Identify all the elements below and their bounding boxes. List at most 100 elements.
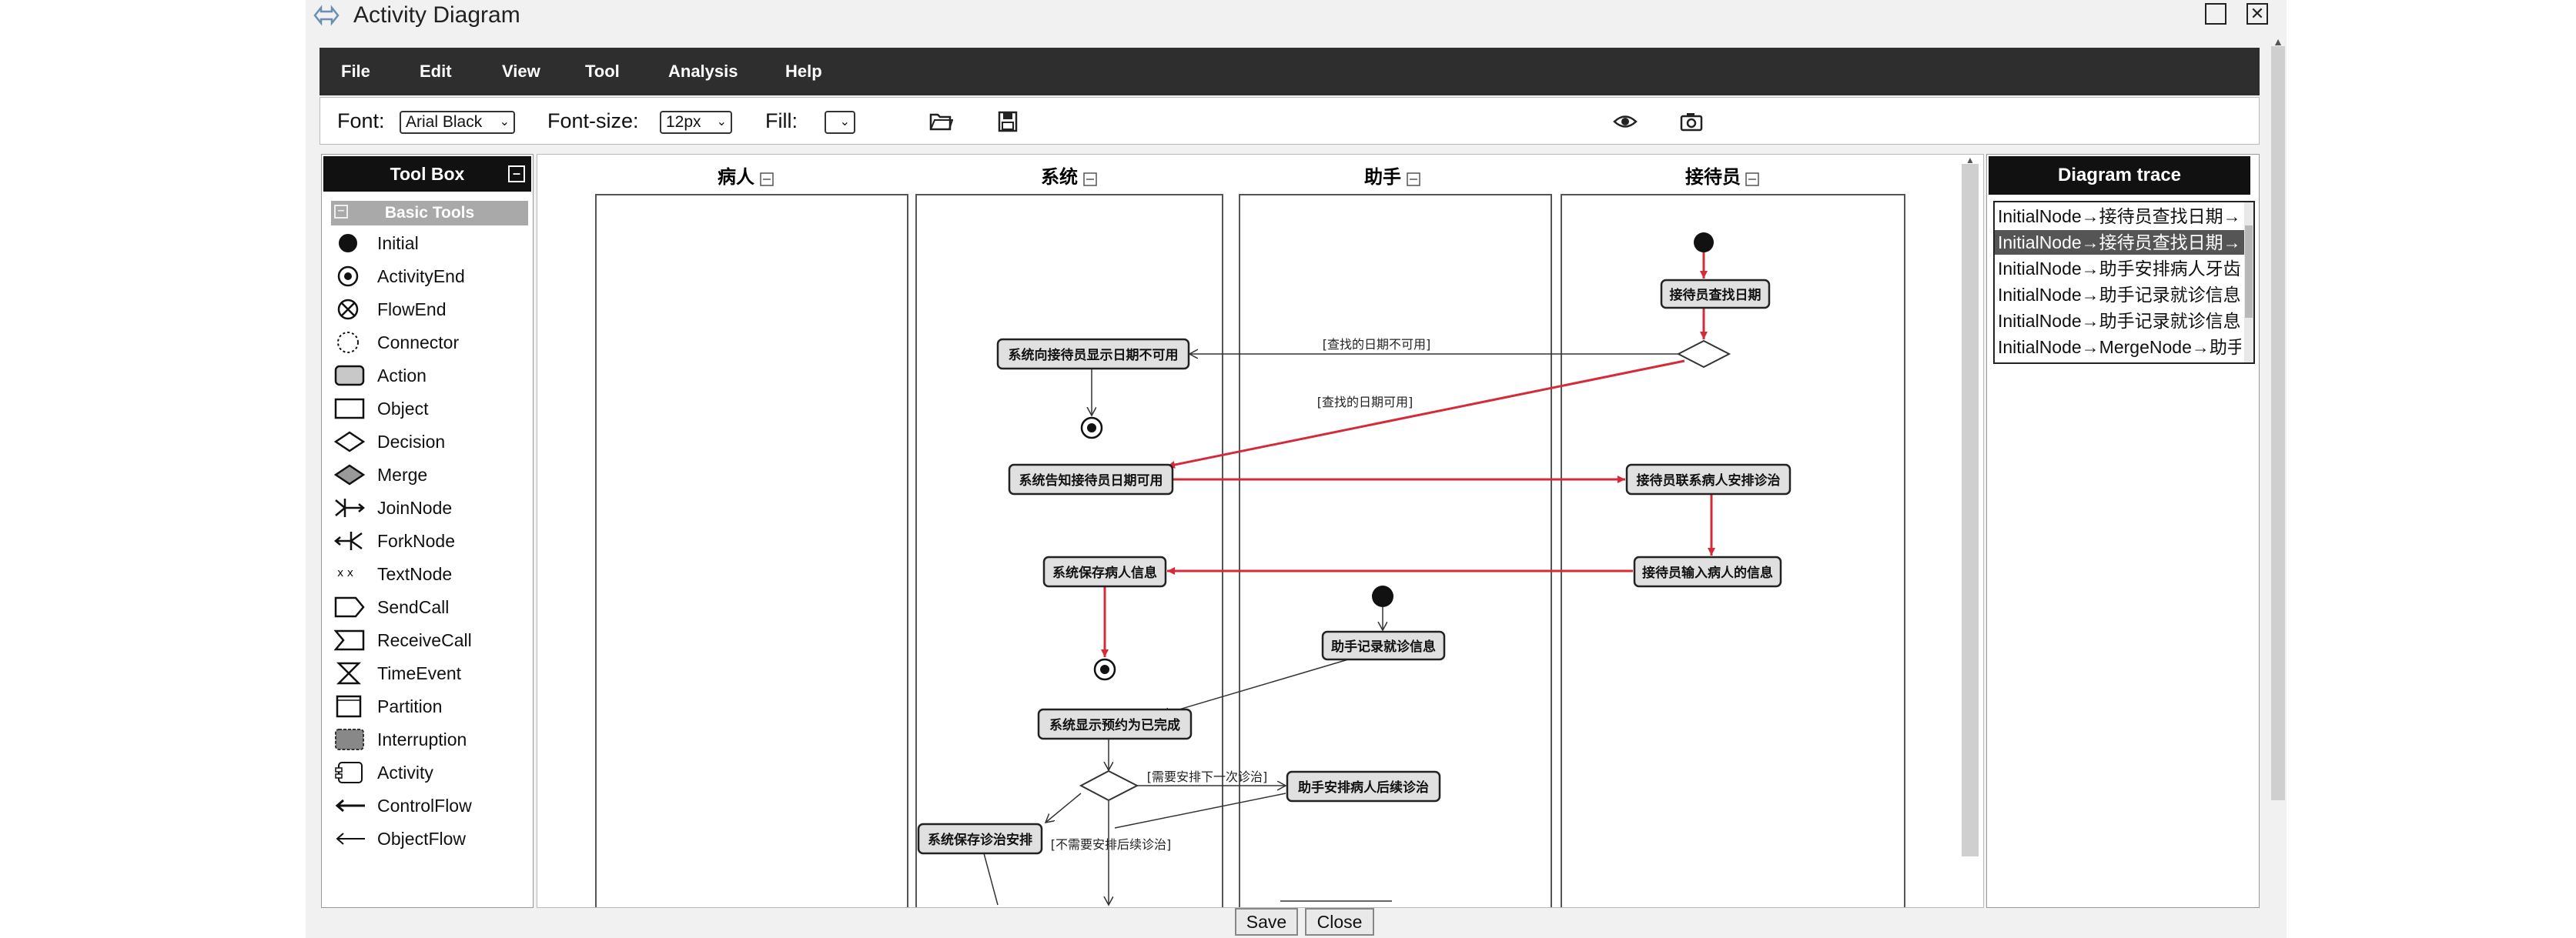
toolbox-header: Tool Box –: [323, 156, 531, 192]
tool-label: Activity: [377, 763, 433, 783]
control-flow-arrow-icon: [335, 799, 365, 813]
tool-forknode[interactable]: ForkNode: [334, 526, 527, 556]
initial-node[interactable]: [1372, 586, 1393, 607]
lane-title-receptionist: 接待员: [1685, 166, 1741, 188]
tool-label: TimeEvent: [377, 663, 462, 683]
menu-analysis[interactable]: Analysis: [668, 48, 738, 95]
trace-title: Diagram trace: [1989, 156, 2250, 195]
camera-icon[interactable]: [1679, 110, 1704, 133]
menu-file[interactable]: File: [341, 48, 370, 95]
join-node-icon: [335, 499, 365, 517]
decision-node[interactable]: [1079, 769, 1139, 802]
tool-textnode[interactable]: x x TextNode: [334, 559, 527, 589]
title-bar: Activity Diagram ✕: [306, 0, 2287, 32]
menu-view[interactable]: View: [502, 48, 540, 95]
tool-timeevent[interactable]: TimeEvent: [334, 658, 527, 689]
menu-help[interactable]: Help: [785, 48, 822, 95]
flow-decision-to-a3[interactable]: [1166, 359, 1685, 469]
tool-interruption[interactable]: Interruption: [334, 724, 527, 755]
font-select[interactable]: Arial Black ⌄: [400, 111, 515, 134]
tool-label: Object: [377, 399, 429, 419]
flow-a7-to-a8[interactable]: [1161, 657, 1354, 715]
tool-flowend[interactable]: FlowEnd: [334, 294, 527, 325]
toolbox-panel: Tool Box – – Basic Tools Initial Activit…: [321, 154, 534, 908]
tool-label: SendCall: [377, 597, 450, 617]
tool-label: Interruption: [377, 729, 467, 749]
save-button[interactable]: Save: [1235, 908, 1298, 936]
action-label: 系统保存诊治安排: [928, 832, 1032, 848]
tool-label: FlowEnd: [377, 299, 447, 319]
trace-item[interactable]: InitialNode→助手记录就诊信息: [1998, 309, 2241, 333]
tool-activity[interactable]: Activity: [334, 757, 527, 788]
fontsize-select[interactable]: 12px ⌄: [660, 111, 732, 134]
tool-decision[interactable]: Decision: [334, 426, 527, 457]
basic-tools-section[interactable]: – Basic Tools: [331, 201, 528, 225]
lane-system: [915, 194, 1223, 907]
flow-a10-down[interactable]: [983, 853, 999, 906]
window-scrollbar[interactable]: ▲: [2271, 35, 2285, 800]
tool-joinnode[interactable]: JoinNode: [334, 492, 527, 523]
trace-item-selected[interactable]: InitialNode→接待员查找日期→: [1995, 230, 2244, 255]
flow-end-icon: [337, 299, 359, 320]
close-button[interactable]: Close: [1305, 908, 1374, 936]
tool-object[interactable]: Object: [334, 393, 527, 424]
fill-select[interactable]: ⌄: [825, 111, 855, 134]
minus-icon: –: [334, 205, 348, 219]
trace-item[interactable]: InitialNode→助手记录就诊信息: [1998, 282, 2241, 307]
guard-label: [不需要安排后续诊治]: [1051, 837, 1172, 852]
flow-decision2-to-a10[interactable]: [1045, 793, 1082, 823]
partition-icon: [336, 695, 362, 718]
collapse-icon[interactable]: –: [508, 165, 525, 182]
lane-patient: [595, 194, 908, 907]
menu-tool[interactable]: Tool: [585, 48, 620, 95]
tool-initial[interactable]: Initial: [334, 228, 527, 259]
decision-node[interactable]: [1676, 339, 1731, 369]
tool-controlflow[interactable]: ControlFlow: [334, 790, 527, 821]
trace-item[interactable]: InitialNode→助手安排病人牙齿: [1998, 256, 2241, 281]
tool-action[interactable]: Action: [334, 360, 527, 391]
trace-scrollbar[interactable]: [2244, 202, 2253, 362]
tool-label: ObjectFlow: [377, 829, 467, 849]
activity-final-node[interactable]: [1080, 416, 1103, 439]
tool-merge[interactable]: Merge: [334, 459, 527, 490]
font-select-value: Arial Black: [406, 113, 483, 131]
maximize-icon[interactable]: [2205, 3, 2226, 25]
scroll-up-icon[interactable]: ▲: [1962, 155, 1979, 165]
tool-label: TextNode: [377, 564, 453, 584]
tool-activityend[interactable]: ActivityEnd: [334, 261, 527, 292]
scroll-up-icon[interactable]: ▲: [2271, 35, 2285, 48]
tool-objectflow[interactable]: ObjectFlow: [334, 823, 527, 854]
save-icon[interactable]: [995, 110, 1020, 133]
action-label: 助手记录就诊信息: [1331, 639, 1436, 655]
text-node-icon: x x: [337, 567, 353, 579]
tool-partition[interactable]: Partition: [334, 691, 527, 722]
trace-item[interactable]: InitialNode→MergeNode→助手: [1998, 335, 2241, 359]
tool-sendcall[interactable]: SendCall: [334, 592, 527, 623]
tool-label: Partition: [377, 696, 443, 716]
tool-connector[interactable]: Connector: [334, 327, 527, 358]
menu-edit[interactable]: Edit: [420, 48, 452, 95]
object-icon: [334, 398, 365, 419]
open-folder-icon[interactable]: [928, 110, 953, 133]
close-window-icon[interactable]: ✕: [2246, 3, 2268, 25]
interruption-icon: [335, 729, 364, 750]
tool-label: Action: [377, 366, 427, 386]
eye-icon[interactable]: [1613, 110, 1638, 133]
activity-final-node[interactable]: [1093, 658, 1116, 681]
initial-node[interactable]: [1694, 232, 1714, 252]
flow-a9-back[interactable]: [1114, 793, 1286, 829]
lane-title-patient: 病人: [718, 166, 754, 188]
trace-scroll-thumb[interactable]: [2245, 225, 2253, 318]
diagram-canvas[interactable]: 病人 系统 助手 接待员 接待员查找日期 系统向接待员显示日期不可用 系统告知接…: [537, 154, 1984, 908]
hourglass-icon: [336, 662, 362, 685]
canvas-scrollbar[interactable]: ▲: [1962, 155, 1979, 856]
tool-label: ReceiveCall: [377, 630, 472, 650]
diagram-trace-panel: Diagram trace InitialNode→接待员查找日期→ Initi…: [1986, 154, 2260, 908]
tool-label: JoinNode: [377, 498, 453, 518]
tool-receivecall[interactable]: ReceiveCall: [334, 625, 527, 656]
trace-list[interactable]: InitialNode→接待员查找日期→ InitialNode→接待员查找日期…: [1993, 201, 2255, 364]
fontsize-select-value: 12px: [666, 113, 701, 131]
trace-item[interactable]: InitialNode→接待员查找日期→: [1998, 204, 2241, 229]
action-label: 系统保存病人信息: [1052, 565, 1157, 581]
lane-title-assistant: 助手: [1364, 166, 1401, 188]
